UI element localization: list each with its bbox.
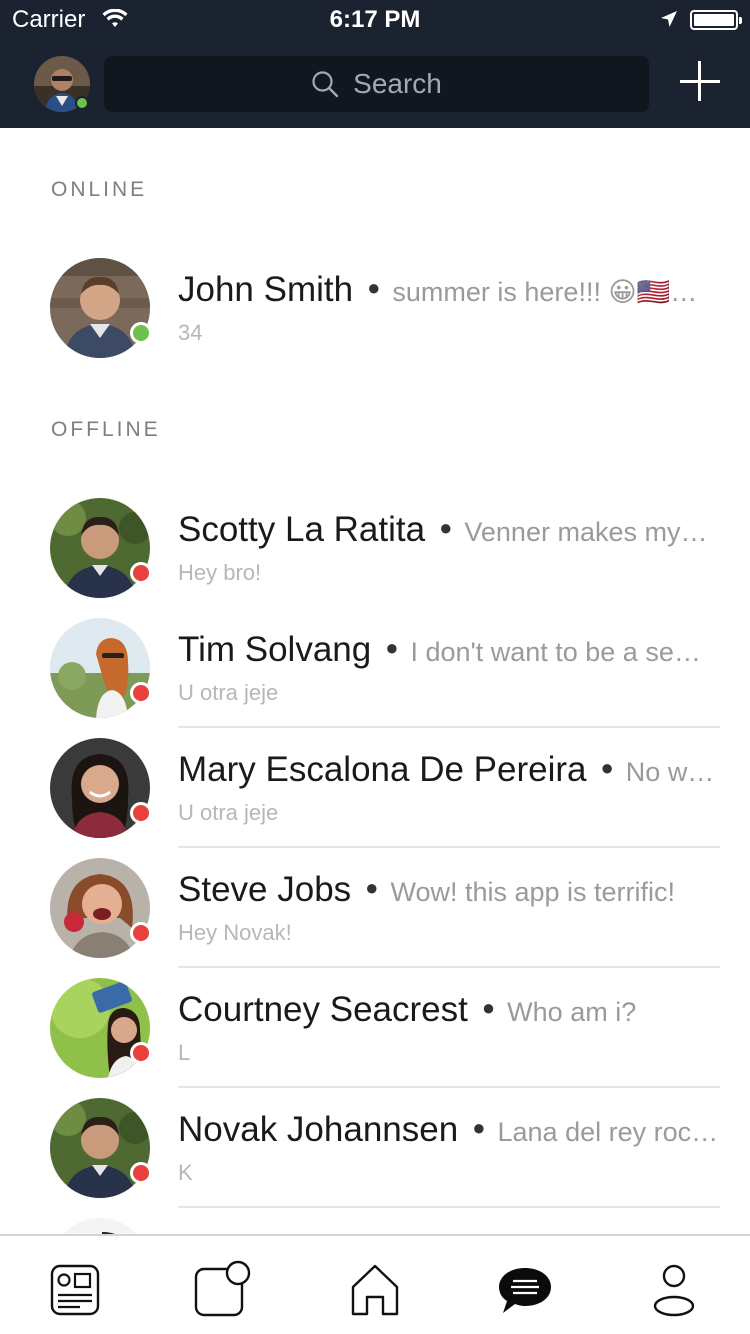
contact-avatar: [50, 1098, 150, 1198]
online-status-dot: [130, 322, 152, 344]
top-navigation-bar: Carrier 6:17 PM Search: [0, 0, 750, 128]
contact-name: Tim Solvang: [178, 630, 372, 669]
contact-row[interactable]: Scotty La Ratita ● Venner makes my… Hey …: [0, 480, 750, 600]
contact-avatar: [50, 978, 150, 1078]
separator-dot: ●: [472, 1115, 486, 1140]
last-message: No w…: [625, 757, 715, 787]
contact-row[interactable]: Tim Solvang ● I don't want to be a se… U…: [0, 600, 750, 728]
search-bar[interactable]: Search: [104, 56, 649, 112]
separator-dot: ●: [365, 875, 379, 900]
offline-status-dot: [130, 1162, 152, 1184]
separator-dot: ●: [385, 635, 399, 660]
contact-subtext: L: [178, 1040, 191, 1065]
last-message: summer is here!!! 😀🇺🇸…: [392, 277, 698, 307]
profile-icon: [652, 1263, 696, 1317]
contact-name: John Smith: [178, 270, 354, 309]
online-section-title: ONLINE: [51, 178, 148, 201]
last-message: Wow! this app is terrific!: [390, 877, 676, 907]
contact-subtext: Hey bro!: [178, 560, 262, 585]
clock: 6:17 PM: [329, 6, 421, 33]
battery-icon: [690, 10, 742, 30]
tab-feed[interactable]: [45, 1260, 105, 1320]
contact-avatar: [50, 618, 150, 718]
offline-status-dot: [130, 802, 152, 824]
contact-name: Steve Jobs: [178, 870, 352, 909]
separator-dot: ●: [481, 995, 496, 1020]
offline-status-dot: [130, 562, 152, 584]
last-message: Venner makes my…: [464, 517, 708, 547]
offline-status-dot: [130, 922, 152, 944]
search-icon: [311, 70, 339, 98]
contact-row[interactable]: Novak Johannsen ● Lana del rey roc… K: [0, 1080, 750, 1208]
contact-avatar: [50, 858, 150, 958]
contact-avatar: [50, 498, 150, 598]
contact-subtext: U otra jeje: [178, 800, 279, 825]
contact-subtext: U otra jeje: [178, 680, 279, 705]
chat-icon: [497, 1265, 553, 1315]
tab-chat[interactable]: [495, 1260, 555, 1320]
separator-dot: ●: [600, 755, 614, 780]
separator-dot: ●: [367, 275, 381, 300]
contact-subtext: K: [178, 1160, 193, 1185]
contact-name: Courtney Seacrest: [178, 990, 468, 1029]
tab-profile[interactable]: [644, 1260, 704, 1320]
contact-row[interactable]: Steve Jobs ● Wow! this app is terrific! …: [0, 840, 750, 968]
search-input[interactable]: Search: [353, 68, 442, 100]
contact-row[interactable]: Courtney Seacrest ● Who am i? L: [0, 960, 750, 1088]
last-message: Who am i?: [507, 997, 637, 1027]
home-icon: [349, 1263, 401, 1317]
contact-row[interactable]: John Smith ● summer is here!!! 😀🇺🇸… 34: [0, 240, 750, 360]
tab-home[interactable]: [345, 1260, 405, 1320]
contact-subtext: Hey Novak!: [178, 920, 292, 945]
last-message: I don't want to be a se…: [410, 637, 701, 667]
last-message: Lana del rey roc…: [497, 1117, 719, 1147]
offline-section-title: OFFLINE: [51, 418, 161, 441]
contact-subtext: 34: [178, 320, 203, 345]
contact-row[interactable]: Mary Escalona De Pereira ● No w… U otra …: [0, 720, 750, 848]
contact-avatar: [50, 738, 150, 838]
status-bar: Carrier 6:17 PM: [0, 0, 750, 40]
contact-name: Mary Escalona De Pereira: [178, 750, 587, 789]
contact-name: Novak Johannsen: [178, 1110, 459, 1149]
row-divider: [178, 1206, 720, 1208]
tab-notifications[interactable]: [192, 1260, 252, 1320]
contact-name: Scotty La Ratita: [178, 510, 426, 549]
my-online-status-dot: [75, 96, 89, 110]
offline-status-dot: [130, 1042, 152, 1064]
feed-icon: [50, 1264, 100, 1316]
bottom-tab-bar: [0, 1234, 750, 1334]
add-contact-button[interactable]: [680, 61, 720, 101]
separator-dot: ●: [439, 515, 453, 540]
location-arrow-icon: [660, 10, 678, 33]
offline-status-dot: [130, 682, 152, 704]
notifications-icon: [192, 1260, 252, 1320]
contact-avatar: [50, 258, 150, 358]
